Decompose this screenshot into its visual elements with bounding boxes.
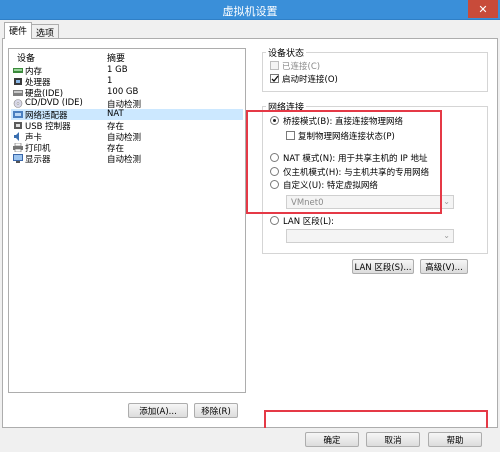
column-device: 设备 [17,54,36,64]
usb-icon [14,122,22,129]
device-row-sound-card[interactable]: 声卡 自动检测 [11,131,243,143]
memory-icon [13,68,23,73]
device-row-printer[interactable]: 打印机 存在 [11,142,243,154]
device-row-hard-disk[interactable]: 硬盘(IDE) 100 GB [11,87,243,99]
hard-disk-icon [13,90,23,96]
advanced-button[interactable]: 高级(V)... [420,259,468,274]
close-button[interactable]: ✕ [468,0,498,18]
add-device-button[interactable]: 添加(A)... [128,403,188,418]
remove-device-button[interactable]: 移除(R) [194,403,238,418]
device-row-usb[interactable]: USB 控制器 存在 [11,120,243,132]
cd-dvd-icon [13,99,23,108]
processor-icon [14,78,22,85]
printer-icon [13,143,23,152]
device-row-memory[interactable]: 内存 1 GB [11,65,243,77]
dialog-footer [0,428,500,452]
device-row-cd-dvd[interactable]: CD/DVD (IDE) 自动检测 [11,98,243,110]
device-row-processor[interactable]: 处理器 1 [11,76,243,88]
checkmark-icon [271,75,279,82]
close-icon: ✕ [478,2,488,16]
column-summary: 摘要 [107,54,126,64]
cancel-button[interactable]: 取消 [366,432,420,447]
title-bar: 虚拟机设置 ✕ [0,0,500,20]
connected-checkbox[interactable] [270,61,279,70]
vm-settings-window: 虚拟机设置 ✕ 硬件 选项 设备 摘要 内存 1 GB 处理器 1 硬盘(IDE… [0,0,500,452]
connect-at-power-on-label: 启动时连接(O) [282,75,338,85]
window-title: 虚拟机设置 [222,5,278,18]
lan-segment-select[interactable]: ⌄ [286,229,454,243]
network-highlight-box [246,110,442,214]
connected-label: 已连接(C) [282,62,321,72]
chevron-down-icon: ⌄ [443,231,450,240]
tab-options[interactable]: 选项 [31,24,60,39]
lan-segment-radio[interactable] [270,216,279,225]
ok-button[interactable]: 确定 [305,432,359,447]
tab-hardware[interactable]: 硬件 [4,22,33,39]
help-button[interactable]: 帮助 [428,432,482,447]
chevron-down-icon: ⌄ [443,197,450,206]
lan-segment-label: LAN 区段(L): [283,217,335,227]
device-row-network-adapter[interactable]: 网络适配器 NAT [11,109,243,121]
device-row-display[interactable]: 显示器 自动检测 [11,153,243,165]
device-status-title: 设备状态 [266,46,307,59]
device-list: 设备 摘要 内存 1 GB 处理器 1 硬盘(IDE) 100 GB CD/DV… [8,48,246,393]
connect-at-power-on-checkbox[interactable] [270,74,279,83]
lan-segments-button[interactable]: LAN 区段(S)... [352,259,414,274]
display-icon [13,154,23,163]
device-list-header: 设备 摘要 [9,49,245,64]
sound-card-icon [14,132,19,141]
network-adapter-icon [13,111,23,118]
